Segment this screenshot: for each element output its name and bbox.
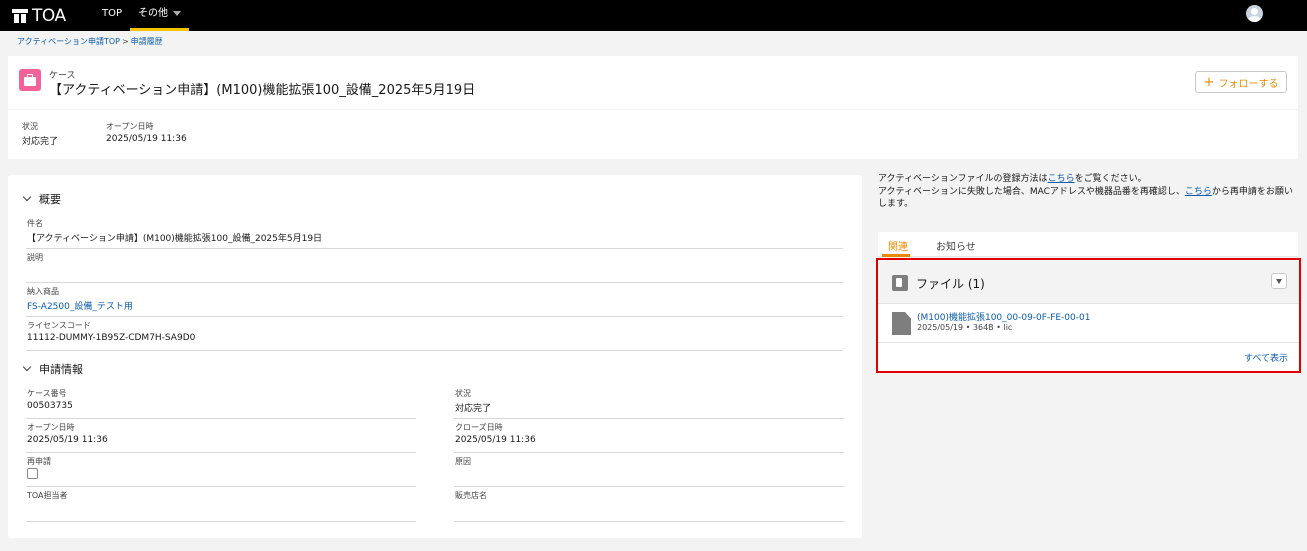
field-value: 00503735 (27, 401, 73, 411)
field-label: 再申請 (27, 457, 51, 466)
nav-item-other-label: その他 (138, 8, 168, 19)
field-description: 説明 (26, 252, 843, 283)
product-link[interactable]: FS-A2500_設備_テスト用 (27, 299, 133, 312)
instruction-text: をご覧ください。 (1074, 174, 1147, 184)
files-divider (878, 342, 1299, 343)
instruction-line-2: アクティベーションに失敗した場合、MACアドレスや機器品番を再確認し、こちらから… (878, 186, 1298, 211)
breadcrumb: アクティベーション申請TOP > 申請履歴 (17, 36, 163, 47)
header-open-datetime-value: 2025/05/19 11:36 (106, 134, 187, 144)
plus-icon: + (1203, 74, 1215, 90)
page-title: 【アクティベーション申請】(M100)機能拡張100_設備_2025年5月19日 (49, 83, 476, 98)
field-product: 納入商品 FS-A2500_設備_テスト用 (26, 286, 843, 317)
files-menu-dropdown-icon[interactable] (1271, 273, 1287, 289)
toa-logo-icon (12, 9, 28, 23)
field-label: 件名 (27, 219, 43, 228)
header-divider (8, 109, 1298, 110)
tab-notices[interactable]: お知らせ (936, 238, 976, 253)
field-label: 原因 (455, 457, 471, 466)
field-cause: 原因 (454, 456, 844, 487)
overview-heading: 概要 (39, 193, 61, 206)
files-title[interactable]: ファイル (1) (916, 275, 985, 292)
request-info-section-toggle[interactable]: 申請情報 (22, 361, 83, 377)
chevron-down-icon (22, 192, 32, 202)
view-all-link[interactable]: すべて表示 (1244, 351, 1288, 364)
field-value: 2025/05/19 11:36 (455, 435, 536, 445)
files-header: ファイル (1) (878, 260, 1299, 304)
field-case-number: ケース番号 00503735 (26, 388, 416, 419)
active-tab-indicator (882, 254, 910, 257)
header-status-label: 状況 (22, 122, 38, 131)
field-subject: 件名 【アクティベーション申請】(M100)機能拡張100_設備_2025年5月… (26, 218, 843, 249)
header-status-value: 対応完了 (22, 137, 59, 147)
field-label: 販売店名 (455, 491, 487, 500)
breadcrumb-separator: > (121, 37, 129, 46)
file-link[interactable]: (M100)機能拡張100_00-09-0F-FE-00-01 (917, 310, 1090, 323)
chevron-down-icon (173, 10, 181, 16)
nav-item-other[interactable]: その他 (130, 0, 189, 31)
related-tabs: 関連 お知らせ (878, 232, 1298, 257)
instruction-text: アクティベーションに失敗した場合、MACアドレスや機器品番を再確認し、 (878, 186, 1185, 197)
detail-card: 概要 件名 【アクティベーション申請】(M100)機能拡張100_設備_2025… (8, 175, 862, 538)
field-open-datetime: オープン日時 2025/05/19 11:36 (26, 422, 416, 453)
field-license-code: ライセンスコード 11112-DUMMY-1B95Z-CDM7H-SA9D0 (26, 320, 843, 351)
nav-item-top[interactable]: TOP (102, 0, 122, 31)
instruction-line-1: アクティベーションファイルの登録方法はこちらをご覧ください。 (878, 173, 1298, 186)
field-value: 2025/05/19 11:36 (27, 435, 108, 445)
field-label: 説明 (27, 253, 43, 262)
field-status: 状況 対応完了 (454, 388, 844, 419)
logo-text: TOA (32, 6, 66, 26)
activation-instructions: アクティベーションファイルの登録方法はこちらをご覧ください。 アクティベーション… (878, 173, 1298, 211)
instruction-text: アクティベーションファイルの登録方法は (878, 174, 1048, 184)
breadcrumb-history[interactable]: 申請履歴 (131, 37, 163, 46)
follow-button-label: フォローする (1218, 78, 1279, 90)
follow-button[interactable]: + フォローする (1195, 71, 1287, 93)
top-nav-bar: TOA TOP その他 (0, 0, 1307, 31)
field-close-datetime: クローズ日時 2025/05/19 11:36 (454, 422, 844, 453)
field-label: ケース番号 (27, 389, 67, 398)
field-value: 11112-DUMMY-1B95Z-CDM7H-SA9D0 (27, 333, 196, 343)
file-meta: 2025/05/19 • 364B • lic (917, 323, 1013, 332)
field-value: 対応完了 (455, 404, 492, 414)
overview-section-toggle[interactable]: 概要 (22, 191, 61, 207)
user-avatar[interactable] (1246, 5, 1263, 22)
field-reapply: 再申請 (26, 456, 416, 487)
chevron-down-icon (22, 362, 32, 372)
file-icon (892, 312, 911, 335)
field-label: ライセンスコード (27, 321, 91, 330)
files-related-list: ファイル (1) (M100)機能拡張100_00-09-0F-FE-00-01… (876, 258, 1301, 373)
request-info-heading: 申請情報 (39, 363, 83, 376)
registration-guide-link[interactable]: こちら (1048, 174, 1075, 184)
breadcrumb-activation-top[interactable]: アクティベーション申請TOP (17, 37, 120, 46)
field-label: オープン日時 (27, 423, 75, 432)
case-icon (19, 69, 41, 91)
files-icon (892, 275, 908, 291)
field-toa-owner: TOA担当者 (26, 490, 416, 522)
field-distributor: 販売店名 (454, 490, 844, 522)
reapply-checkbox[interactable] (27, 468, 38, 479)
tab-related[interactable]: 関連 (888, 238, 908, 253)
header-open-datetime-label: オープン日時 (106, 122, 154, 131)
toa-logo[interactable]: TOA (12, 6, 66, 26)
field-label: クローズ日時 (455, 423, 503, 432)
field-label: 状況 (455, 389, 471, 398)
record-header: ケース 【アクティベーション申請】(M100)機能拡張100_設備_2025年5… (8, 56, 1298, 159)
reapply-link[interactable]: こちら (1185, 187, 1212, 197)
field-value: 【アクティベーション申請】(M100)機能拡張100_設備_2025年5月19日 (27, 234, 323, 244)
field-label: TOA担当者 (27, 491, 68, 500)
field-label: 納入商品 (27, 287, 59, 296)
